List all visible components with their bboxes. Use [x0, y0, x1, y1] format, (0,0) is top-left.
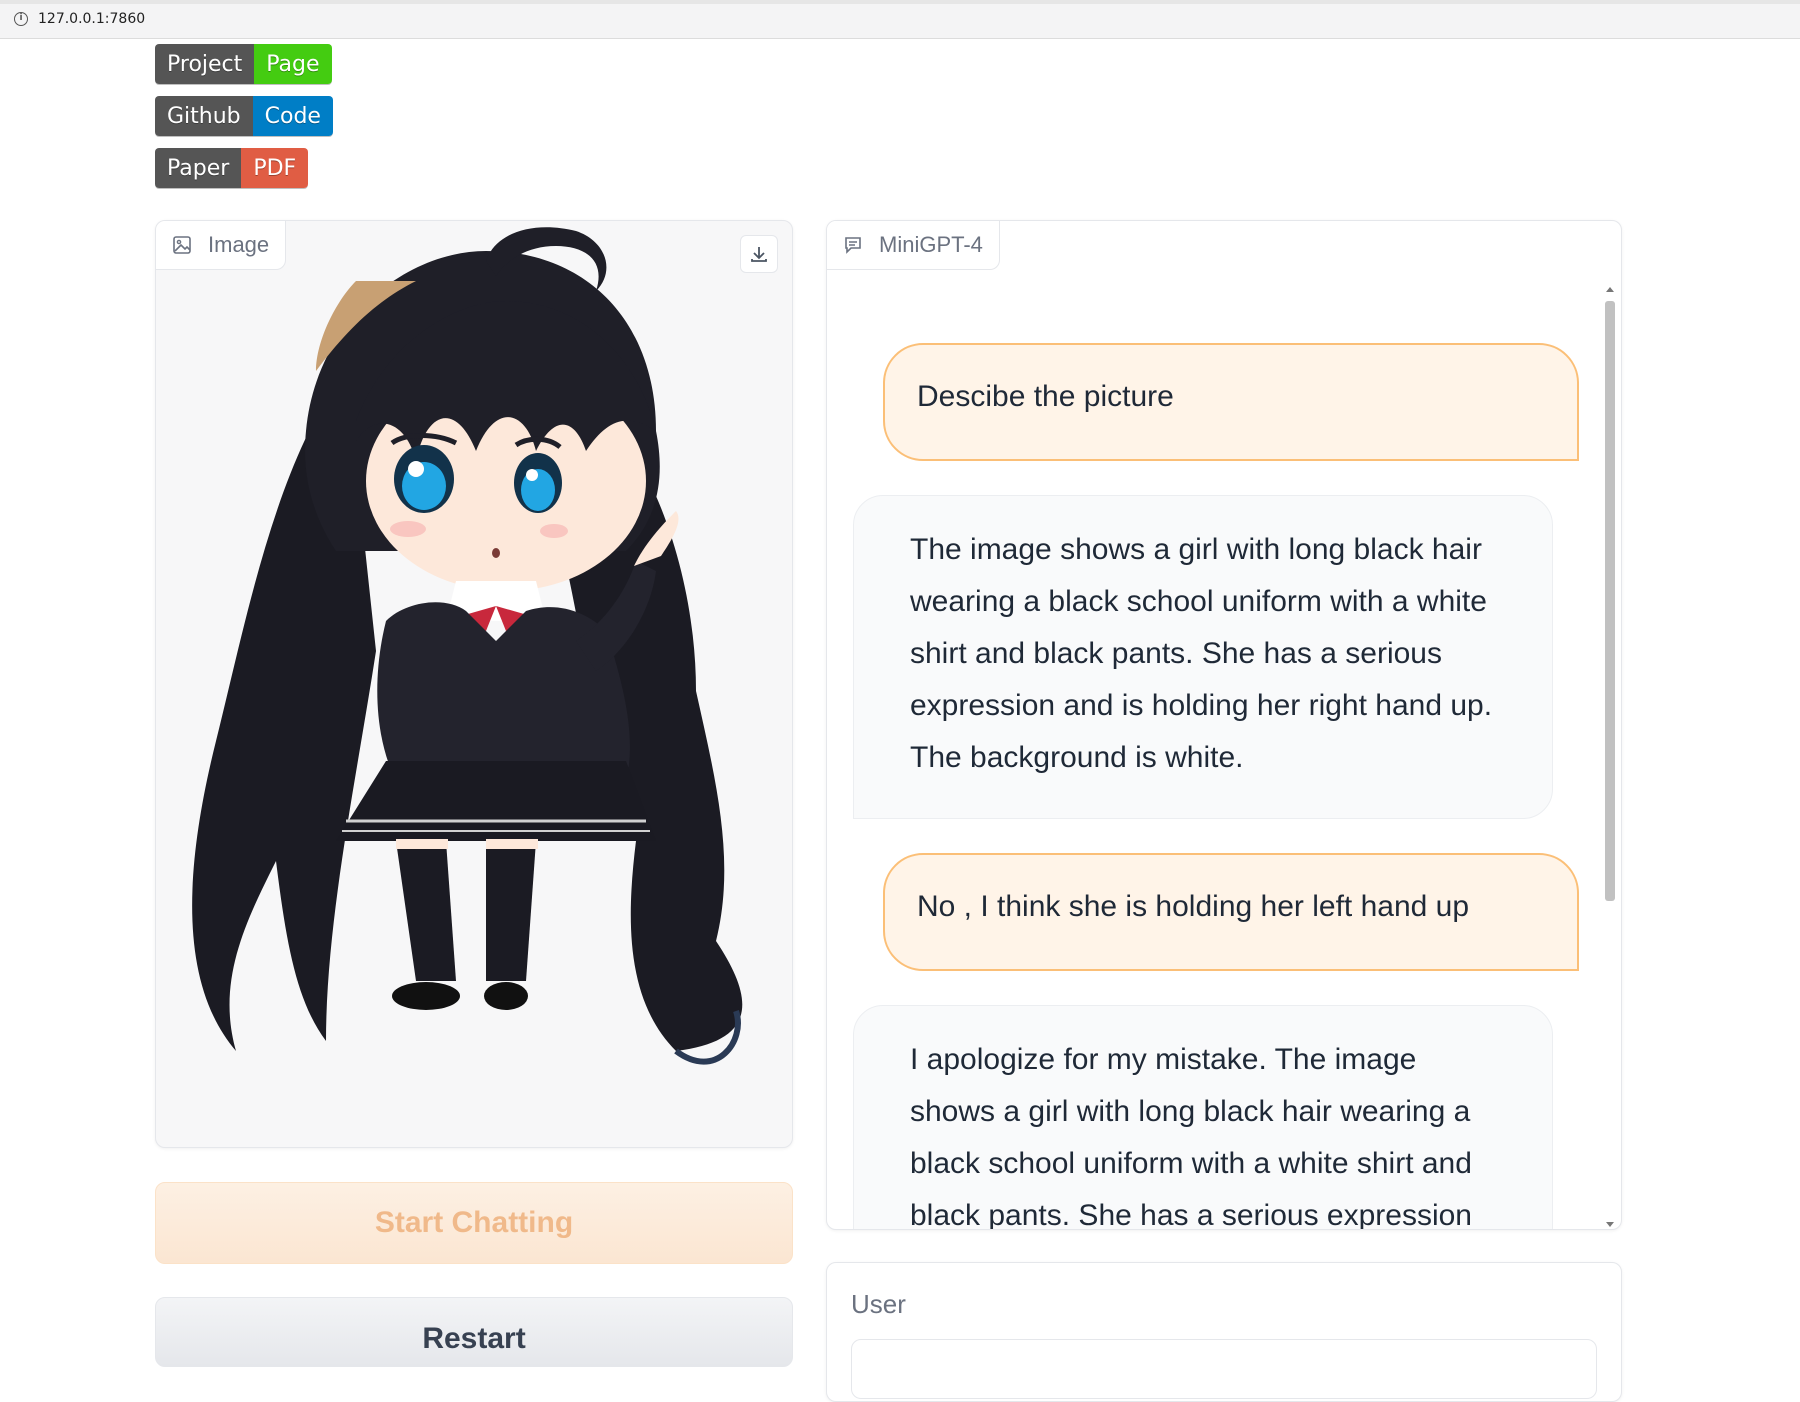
user-message: No , I think she is holding her left han… — [883, 853, 1579, 971]
badge-right-label: PDF — [241, 148, 309, 188]
user-message-input[interactable] — [851, 1339, 1597, 1399]
info-icon[interactable]: i — [14, 12, 28, 26]
badge-left-label: Paper — [155, 148, 242, 188]
start-chatting-button[interactable]: Start Chatting — [155, 1182, 793, 1264]
chatbot-panel: MiniGPT-4 Descibe the picture The image … — [826, 220, 1622, 1230]
restart-button[interactable]: Restart — [155, 1297, 793, 1367]
scroll-down-arrow-icon[interactable] — [1606, 1222, 1614, 1227]
project-page-badge[interactable]: Project Page — [155, 44, 332, 84]
badge-left-label: Github — [155, 96, 253, 136]
download-icon[interactable] — [740, 235, 778, 273]
chat-scrollbar[interactable] — [1603, 287, 1615, 1227]
image-panel-label: Image — [156, 221, 287, 270]
user-input-panel: User — [826, 1262, 1622, 1402]
bot-message: I apologize for my mistake. The image sh… — [853, 1005, 1553, 1229]
address-url[interactable]: 127.0.0.1:7860 — [38, 11, 145, 27]
user-message: Descibe the picture — [883, 343, 1579, 461]
browser-address-bar: i 127.0.0.1:7860 — [0, 0, 1800, 39]
paper-pdf-badge[interactable]: Paper PDF — [155, 148, 309, 188]
browser-top-strip — [0, 0, 1800, 4]
image-icon — [172, 235, 192, 255]
scrollbar-thumb[interactable] — [1605, 301, 1615, 901]
chatbot-label-text: MiniGPT-4 — [879, 232, 983, 257]
badge-left-label: Project — [155, 44, 255, 84]
scroll-up-arrow-icon[interactable] — [1606, 287, 1614, 292]
bot-message: The image shows a girl with long black h… — [853, 495, 1553, 819]
badge-right-label: Code — [252, 96, 333, 136]
uploaded-anime-girl-image — [192, 227, 743, 1065]
user-label: User — [851, 1289, 906, 1319]
image-panel[interactable]: Image — [155, 220, 793, 1148]
chatbot-panel-label: MiniGPT-4 — [827, 221, 1000, 270]
image-label-text: Image — [208, 232, 270, 257]
github-code-badge[interactable]: Github Code — [155, 96, 333, 136]
chat-scroll-area[interactable]: Descibe the picture The image shows a gi… — [827, 271, 1621, 1229]
chat-icon — [843, 235, 863, 255]
badge-right-label: Page — [254, 44, 332, 84]
